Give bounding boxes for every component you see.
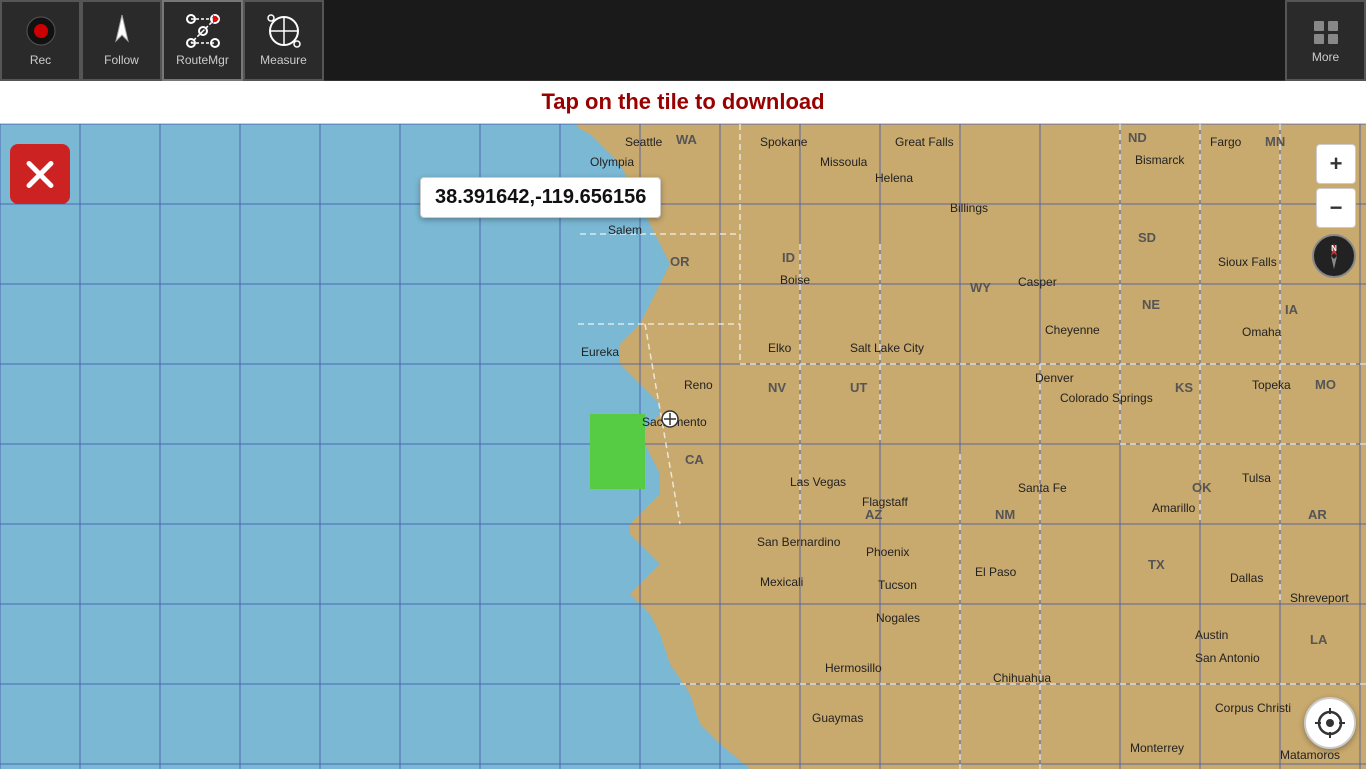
zoom-in-label: + bbox=[1330, 151, 1343, 177]
map-container[interactable]: Seattle Spokane Great Falls ND Bismarck … bbox=[0, 124, 1366, 769]
measure-label: Measure bbox=[260, 53, 307, 67]
rec-label: Rec bbox=[30, 53, 51, 67]
close-button[interactable] bbox=[10, 144, 70, 204]
toolbar: Rec Follow RouteMgr Measure bbox=[0, 0, 1366, 81]
more-label: More bbox=[1312, 50, 1339, 64]
zoom-out-button[interactable]: − bbox=[1316, 188, 1356, 228]
zoom-out-label: − bbox=[1330, 195, 1343, 221]
banner-text: Tap on the tile to download bbox=[541, 89, 824, 114]
rec-button[interactable]: Rec bbox=[0, 0, 81, 81]
follow-button[interactable]: Follow bbox=[81, 0, 162, 81]
location-button[interactable] bbox=[1304, 697, 1356, 749]
routemgr-button[interactable]: RouteMgr bbox=[162, 0, 243, 81]
map-background bbox=[0, 124, 1366, 769]
svg-text:N: N bbox=[1331, 244, 1337, 253]
download-banner: Tap on the tile to download bbox=[0, 81, 1366, 124]
follow-label: Follow bbox=[104, 53, 139, 67]
zoom-controls: + − bbox=[1316, 144, 1356, 228]
routemgr-label: RouteMgr bbox=[176, 53, 229, 67]
measure-button[interactable]: Measure bbox=[243, 0, 324, 81]
zoom-in-button[interactable]: + bbox=[1316, 144, 1356, 184]
coordinate-popup: 38.391642,-119.656156 bbox=[420, 177, 661, 218]
more-button[interactable]: More bbox=[1285, 0, 1366, 81]
compass: N bbox=[1312, 234, 1356, 278]
coordinate-text: 38.391642,-119.656156 bbox=[435, 186, 646, 208]
